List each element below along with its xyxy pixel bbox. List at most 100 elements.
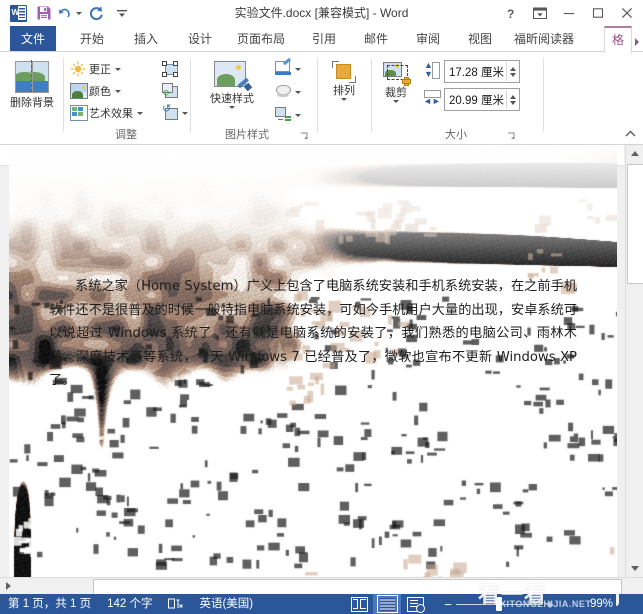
change-picture-button[interactable]: ⟳ (160, 81, 180, 101)
remove-background-icon (15, 61, 49, 95)
undo-dropdown-caret[interactable] (76, 12, 82, 15)
tab-view[interactable]: 视图 (458, 26, 502, 52)
reset-picture-button[interactable]: ↺ (160, 103, 190, 123)
picture-layout-button[interactable] (273, 105, 303, 125)
tab-home[interactable]: 开始 (70, 26, 114, 52)
help-icon[interactable]: ? (496, 1, 525, 25)
quick-styles-icon (214, 61, 250, 91)
reset-picture-icon: ↺ (162, 105, 178, 121)
shape-height-icon: ▲▼ (423, 61, 440, 78)
zoom-in-button[interactable]: + (542, 594, 558, 614)
artistic-effects-label: 艺术效果 (89, 105, 133, 121)
tab-file[interactable]: 文件 (10, 26, 56, 52)
svg-text:?: ? (507, 7, 514, 20)
remove-background-button[interactable]: 删除背景 (5, 58, 59, 127)
ribbon-group-remove-background: 删除背景 (0, 52, 62, 144)
ribbon-display-options-icon[interactable] (525, 1, 554, 25)
undo-icon[interactable] (58, 2, 82, 24)
artistic-effects-caret-icon[interactable] (137, 112, 143, 115)
document-area[interactable]: ↵ 系统之家（Home System）广义上包含了电脑系统安装和手机系统安装，在… (0, 145, 643, 577)
view-web-layout[interactable] (401, 594, 429, 614)
tab-insert[interactable]: 插入 (124, 26, 168, 52)
zoom-percentage[interactable]: 99% (590, 594, 613, 614)
tab-review[interactable]: 审阅 (406, 26, 450, 52)
arrange-button[interactable]: 排列 (322, 58, 366, 127)
arrange-icon (332, 61, 356, 83)
tab-references[interactable]: 引用 (302, 26, 346, 52)
redo-icon[interactable] (84, 2, 108, 24)
close-icon[interactable] (612, 1, 641, 25)
collapse-ribbon-button[interactable] (623, 129, 637, 141)
crop-caret-icon[interactable] (393, 100, 399, 103)
picture-styles-dialog-launcher[interactable] (300, 132, 309, 141)
window-controls: ? (496, 0, 641, 26)
picture-border-caret-icon[interactable] (295, 68, 301, 71)
save-icon[interactable] (32, 2, 56, 24)
quick-access-toolbar: W (6, 0, 134, 26)
proofing-errors-icon[interactable] (160, 594, 191, 614)
horizontal-scroll-thumb[interactable] (93, 579, 622, 595)
tab-mailings[interactable]: 邮件 (354, 26, 398, 52)
tab-foxit-reader[interactable]: 福昕阅读器 (508, 26, 580, 52)
ribbon-group-size: 裁剪 ▲▼ 17.28 厘米 ◄► 20.99 厘米 大小 (372, 52, 542, 144)
picture-effects-icon (275, 84, 291, 100)
group-label-picture-styles: 图片样式 (185, 126, 309, 142)
tab-picture-format[interactable]: 格 (604, 26, 632, 54)
vertical-scroll-thumb[interactable] (627, 164, 643, 284)
artistic-effects-icon (70, 105, 86, 121)
picture-effects-caret-icon[interactable] (295, 91, 301, 94)
corrections-caret-icon[interactable] (115, 68, 121, 71)
picture-border-button[interactable] (273, 59, 303, 79)
compress-pictures-button[interactable] (160, 59, 180, 79)
horizontal-scrollbar[interactable] (0, 577, 643, 595)
crop-button[interactable]: 裁剪 (374, 58, 418, 127)
scroll-down-button[interactable] (626, 560, 643, 577)
customize-qat-icon[interactable] (110, 2, 134, 24)
maximize-icon[interactable] (583, 1, 612, 25)
picture-border-icon (275, 61, 291, 77)
arrange-caret-icon[interactable] (341, 98, 347, 101)
corrections-label: 更正 (89, 61, 111, 77)
page-indicator[interactable]: 第 1 页，共 1 页 (0, 594, 99, 614)
shape-height-stepper[interactable] (506, 62, 519, 81)
zoom-slider[interactable] (456, 594, 542, 614)
ribbon-group-arrange: 排列 (318, 52, 370, 144)
picture-effects-button[interactable] (273, 82, 303, 102)
shape-width-stepper[interactable] (506, 90, 519, 109)
document-page[interactable]: ↵ 系统之家（Home System）广义上包含了电脑系统安装和手机系统安装，在… (9, 145, 617, 577)
minimize-icon[interactable] (554, 1, 583, 25)
vertical-scrollbar[interactable] (625, 145, 643, 577)
color-button[interactable]: 颜色 (68, 81, 123, 101)
view-print-layout[interactable] (373, 594, 401, 614)
tab-page-layout[interactable]: 页面布局 (230, 26, 292, 52)
view-read-mode[interactable] (345, 594, 373, 614)
corrections-button[interactable]: 更正 (68, 59, 123, 79)
title-bar: W (0, 0, 643, 27)
ribbon-group-picture-styles: 快速样式 图片样式 (191, 52, 315, 144)
document-body-text[interactable]: 系统之家（Home System）广义上包含了电脑系统安装和手机系统安装，在之前… (49, 275, 577, 393)
group-label-adjust: 调整 (64, 126, 188, 142)
shape-width-value: 20.99 厘米 (445, 92, 506, 108)
status-bar: 第 1 页，共 1 页 142 个字 英语(美国) − (0, 594, 643, 614)
language-indicator[interactable]: 英语(美国) (191, 594, 261, 614)
color-label: 颜色 (89, 83, 111, 99)
word-count[interactable]: 142 个字 (99, 594, 160, 614)
shape-width-input[interactable]: 20.99 厘米 (444, 88, 520, 111)
group-divider-5 (543, 58, 544, 132)
reset-picture-caret-icon[interactable] (182, 112, 188, 115)
color-icon (70, 83, 86, 99)
scroll-left-button[interactable] (0, 578, 17, 594)
tab-overflow-caret[interactable] (633, 34, 641, 52)
zoom-out-button[interactable]: − (440, 594, 456, 614)
quick-styles-caret-icon[interactable] (229, 106, 235, 109)
zoom-slider-thumb[interactable] (496, 597, 502, 611)
shape-height-value: 17.28 厘米 (445, 64, 506, 80)
tab-design[interactable]: 设计 (178, 26, 222, 52)
artistic-effects-button[interactable]: 艺术效果 (68, 103, 145, 123)
picture-layout-caret-icon[interactable] (295, 114, 301, 117)
color-caret-icon[interactable] (115, 90, 121, 93)
quick-styles-button[interactable]: 快速样式 (197, 58, 267, 127)
size-dialog-launcher[interactable] (507, 132, 516, 141)
shape-height-input[interactable]: 17.28 厘米 (444, 60, 520, 83)
scroll-up-button[interactable] (626, 145, 643, 162)
